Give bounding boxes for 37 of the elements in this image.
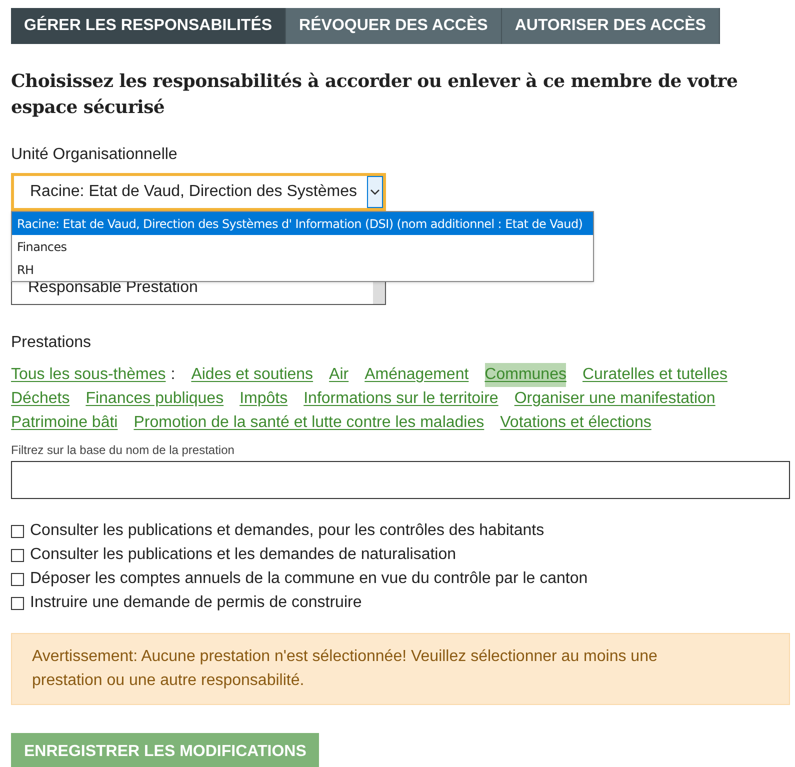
theme-link[interactable]: Impôts bbox=[240, 387, 288, 411]
unit-select[interactable]: Racine: Etat de Vaud, Direction des Systèmes bbox=[11, 173, 386, 211]
filter-field[interactable] bbox=[11, 461, 790, 499]
tab[interactable]: RÉVOQUER DES ACCÈS bbox=[286, 8, 502, 44]
field-label: Unité Organisationnelle bbox=[11, 145, 178, 165]
theme-link[interactable]: Air bbox=[329, 363, 349, 387]
theme-link[interactable]: Finances publiques bbox=[86, 387, 224, 411]
checkbox[interactable] bbox=[11, 548, 24, 562]
tab[interactable]: GÉRER LES RESPONSABILITÉS bbox=[11, 8, 286, 44]
checkbox-label: Consulter les publications et demandes, pour les contrôles des habitants bbox=[30, 521, 544, 541]
theme-link[interactable]: Patrimoine bâti bbox=[11, 411, 118, 435]
chevron-down-icon bbox=[367, 176, 383, 208]
theme-link[interactable]: Informations sur le territoire bbox=[304, 387, 498, 411]
warning-alert: Avertissement: Aucune prestation n'est sélectionnée! Veuillez sélectionner au moins une prestation ou une autre responsabilité. bbox=[11, 633, 790, 705]
separator: : bbox=[170, 365, 176, 385]
theme-link[interactable]: Déchets bbox=[11, 387, 70, 411]
save-button[interactable]: ENREGISTRER LES MODIFICATIONS bbox=[11, 733, 320, 767]
dropdown-option[interactable]: Racine: Etat de Vaud, Direction des Systèmes d' Information (DSI) (nom additionnel : Etat de Vaud) bbox=[12, 212, 593, 235]
theme-link[interactable]: Tous les sous-thèmes bbox=[11, 363, 166, 387]
theme-link[interactable]: Promotion de la santé et lutte contre les maladies bbox=[134, 411, 484, 435]
dropdown-option[interactable]: Finances bbox=[12, 235, 593, 258]
checkbox[interactable] bbox=[11, 572, 24, 586]
tab[interactable]: AUTORISER DES ACCÈS bbox=[502, 8, 720, 44]
theme-link[interactable]: Communes bbox=[484, 363, 566, 387]
field-label: Filtrez sur la base du nom de la prestation bbox=[11, 442, 236, 459]
theme-link[interactable]: Organiser une manifestation bbox=[514, 387, 716, 411]
theme-link[interactable]: Votations et élections bbox=[500, 411, 652, 435]
checkbox-label: Déposer les comptes annuels de la commune en vue du contrôle par le canton bbox=[30, 569, 588, 589]
checkbox-label: Consulter les publications et les demandes de naturalisation bbox=[30, 545, 456, 565]
checkbox[interactable] bbox=[11, 596, 24, 610]
checkbox[interactable] bbox=[11, 524, 24, 538]
theme-link[interactable]: Aménagement bbox=[364, 363, 469, 387]
theme-link[interactable]: Curatelles et tutelles bbox=[582, 363, 728, 387]
theme-link[interactable]: Aides et soutiens bbox=[191, 363, 314, 387]
page-heading: Choisissez les responsabilités à accorder ou enlever à ce membre de votre espace sécurisé bbox=[11, 70, 739, 120]
section-label: Prestations bbox=[11, 333, 92, 353]
checkbox-label: Instruire une demande de permis de construire bbox=[30, 593, 362, 613]
